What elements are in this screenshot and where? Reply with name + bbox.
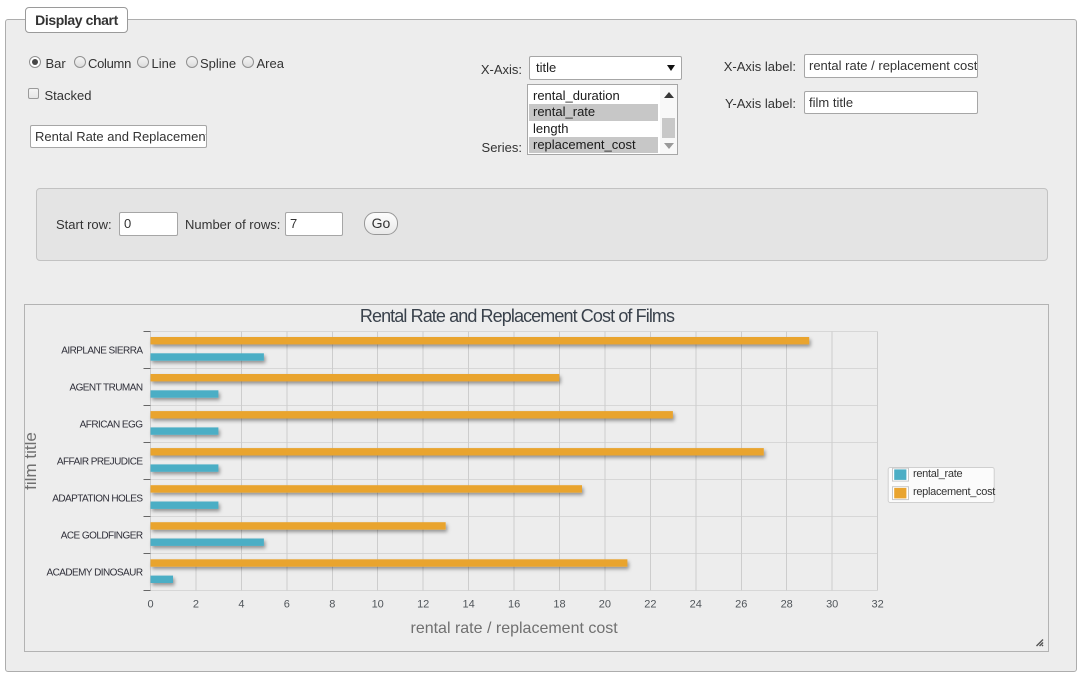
svg-text:28: 28 [781,599,793,611]
svg-text:rental_rate: rental_rate [913,468,962,480]
svg-text:film title: film title [25,432,40,490]
svg-text:ACE GOLDFINGER: ACE GOLDFINGER [61,531,143,542]
svg-text:24: 24 [690,599,702,611]
svg-text:AFRICAN EGG: AFRICAN EGG [80,420,144,431]
svg-text:4: 4 [238,599,244,611]
svg-text:0: 0 [147,599,153,611]
svg-text:rental rate / replacement cost: rental rate / replacement cost [410,620,618,637]
svg-text:20: 20 [599,599,611,611]
svg-text:12: 12 [417,599,429,611]
svg-text:22: 22 [644,599,656,611]
svg-text:16: 16 [508,599,520,611]
svg-text:18: 18 [553,599,565,611]
svg-text:26: 26 [735,599,747,611]
svg-text:2: 2 [193,599,199,611]
svg-text:AIRPLANE SIERRA: AIRPLANE SIERRA [61,345,143,356]
svg-text:30: 30 [826,599,838,611]
svg-text:14: 14 [462,599,474,611]
svg-text:ACADEMY DINOSAUR: ACADEMY DINOSAUR [46,568,142,579]
svg-text:replacement_cost: replacement_cost [913,486,995,498]
svg-text:AGENT TRUMAN: AGENT TRUMAN [69,383,142,394]
svg-text:Rental Rate and Replacement Co: Rental Rate and Replacement Cost of Film… [360,306,675,326]
svg-text:ADAPTATION HOLES: ADAPTATION HOLES [52,494,143,505]
svg-text:6: 6 [284,599,290,611]
svg-text:32: 32 [871,599,883,611]
svg-text:AFFAIR PREJUDICE: AFFAIR PREJUDICE [57,457,144,468]
svg-text:10: 10 [372,599,384,611]
svg-text:8: 8 [329,599,335,611]
